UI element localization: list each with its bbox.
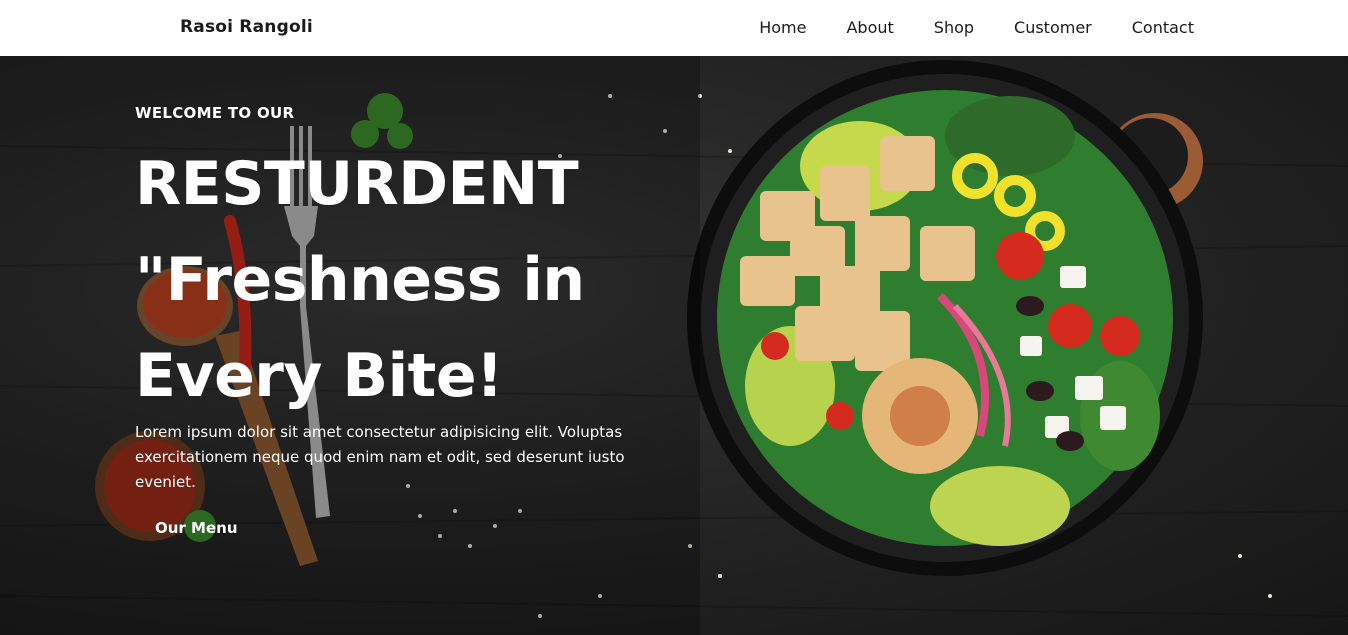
headline-line-3: Every Bite! [135,341,503,411]
nav-contact-link[interactable]: Contact [1132,18,1194,37]
nav-customer-link[interactable]: Customer [1014,18,1092,37]
our-menu-button[interactable]: Our Menu [155,519,238,537]
nav-shop-link[interactable]: Shop [934,18,974,37]
top-navbar: Rasoi Rangoli Home About Shop Customer C… [0,0,1348,56]
headline-line-2: "Freshness in [135,245,585,315]
brand-logo[interactable]: Rasoi Rangoli [180,17,313,37]
hero-headline: RESTURDENT "Freshness in Every Bite! [135,136,695,424]
hero-section: WELCOME TO OUR RESTURDENT "Freshness in … [0,56,1348,635]
salad-bowl [687,60,1203,576]
hero-paragraph: Lorem ipsum dolor sit amet consectetur a… [135,423,625,491]
hero-eyebrow: WELCOME TO OUR [135,104,295,122]
main-nav: Home About Shop Customer Contact [759,18,1194,37]
nav-about-link[interactable]: About [846,18,893,37]
nav-home-link[interactable]: Home [759,18,806,37]
headline-line-1: RESTURDENT [135,149,579,219]
